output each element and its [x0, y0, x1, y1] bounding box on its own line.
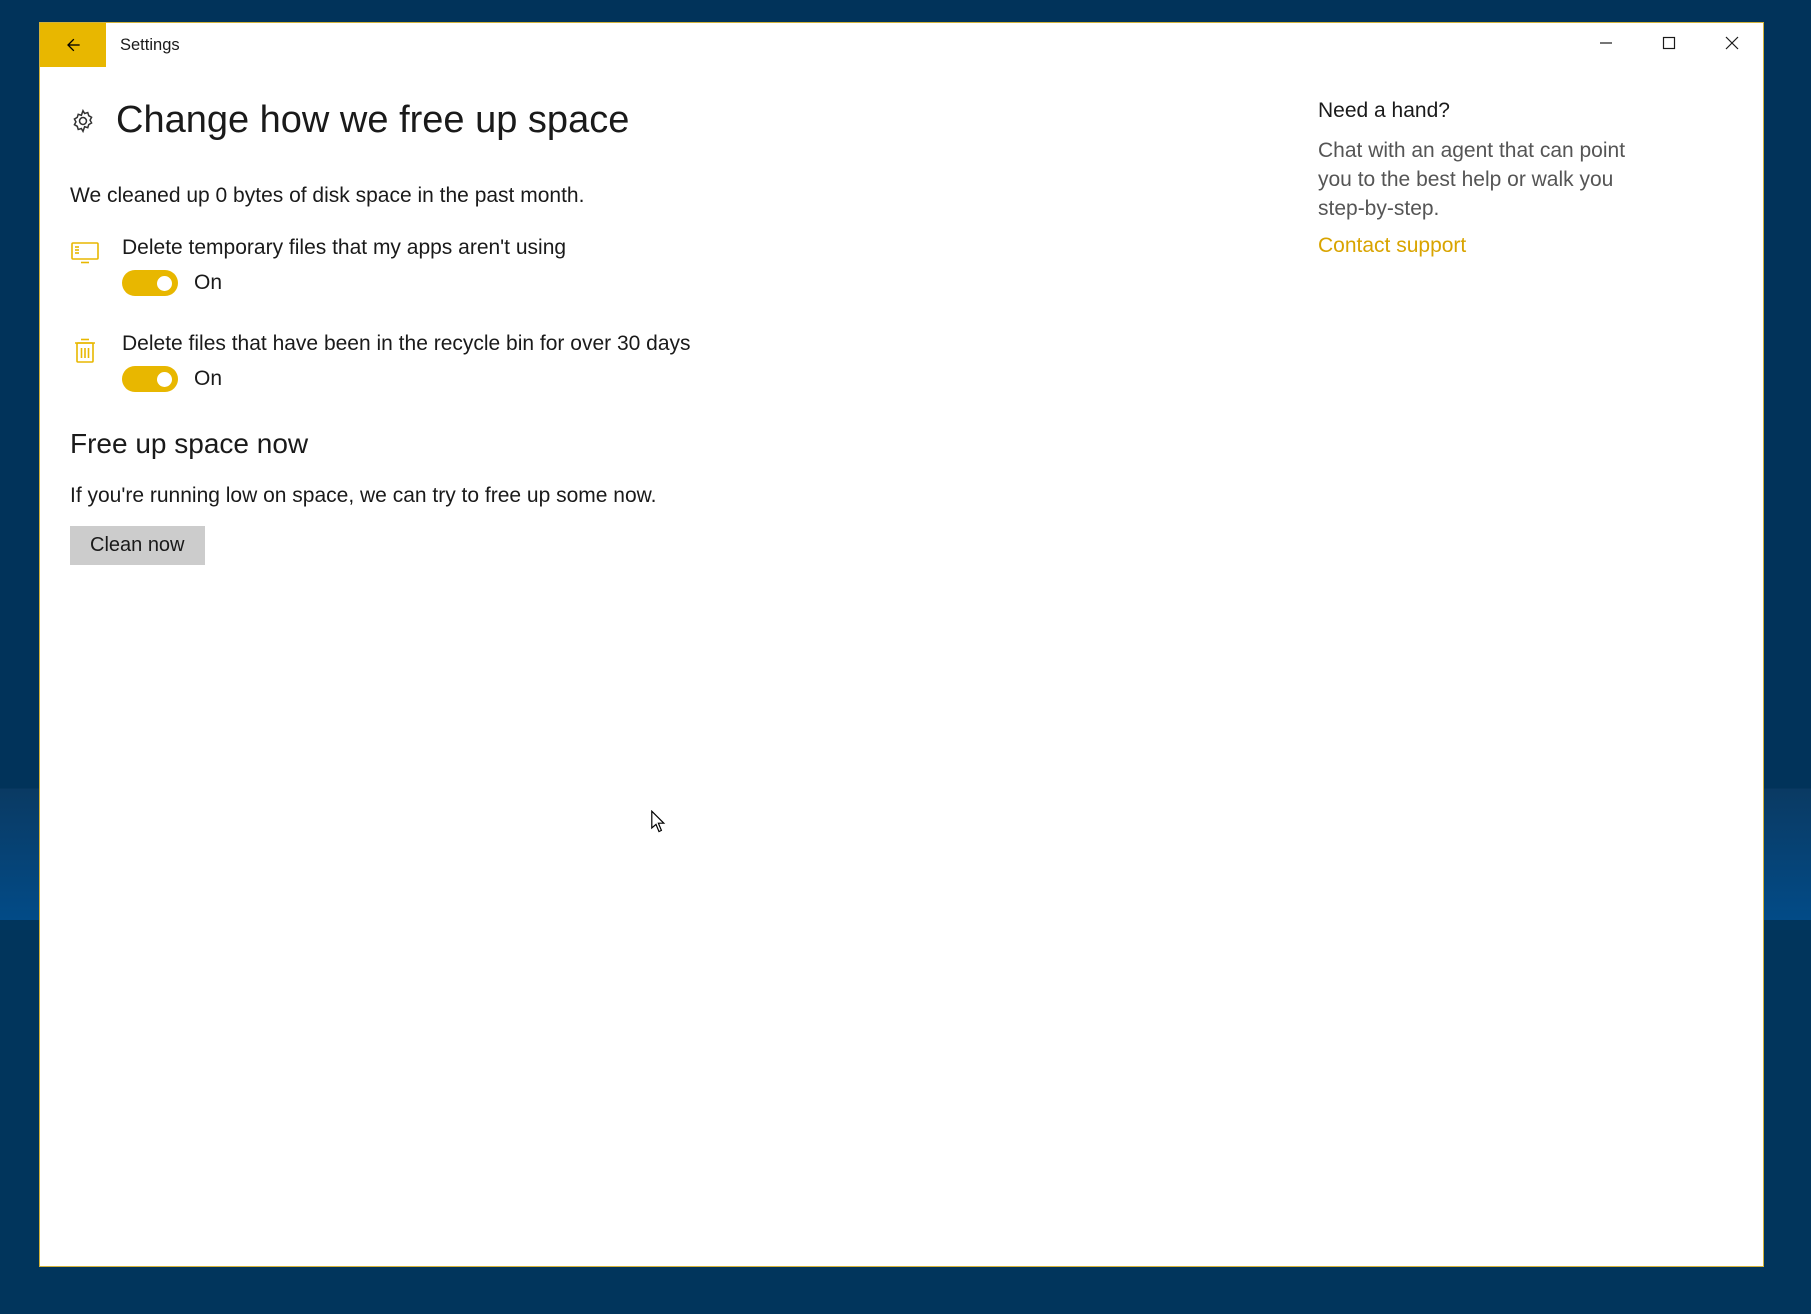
- maximize-icon: [1662, 36, 1676, 50]
- content-area: Change how we free up space We cleaned u…: [40, 67, 1763, 1266]
- toggle-recycle-bin-state: On: [194, 367, 222, 391]
- minimize-icon: [1599, 36, 1613, 50]
- setting-recycle-bin-label: Delete files that have been in the recyc…: [122, 332, 1300, 356]
- back-button[interactable]: [40, 23, 106, 67]
- toggle-temp-files-state: On: [194, 271, 222, 295]
- help-sidebar: Need a hand? Chat with an agent that can…: [1300, 99, 1640, 1246]
- minimize-button[interactable]: [1574, 23, 1637, 63]
- toggle-temp-files[interactable]: [122, 270, 178, 296]
- close-button[interactable]: [1700, 23, 1763, 63]
- setting-recycle-bin: Delete files that have been in the recyc…: [70, 332, 1300, 392]
- page-title: Change how we free up space: [116, 99, 629, 142]
- app-title: Settings: [120, 36, 180, 55]
- close-icon: [1725, 36, 1739, 50]
- main-panel: Change how we free up space We cleaned u…: [70, 99, 1300, 1246]
- titlebar: Settings: [40, 23, 1763, 67]
- page-header: Change how we free up space: [70, 99, 1300, 142]
- back-arrow-icon: [63, 35, 83, 55]
- free-up-title: Free up space now: [70, 428, 1300, 460]
- setting-temp-files-label: Delete temporary files that my apps aren…: [122, 236, 1300, 260]
- monitor-icon: [70, 236, 100, 296]
- settings-window: Settings: [39, 22, 1764, 1267]
- help-desc: Chat with an agent that can point you to…: [1318, 137, 1640, 224]
- free-up-desc: If you're running low on space, we can t…: [70, 484, 1300, 508]
- cleanup-status: We cleaned up 0 bytes of disk space in t…: [70, 184, 1300, 208]
- help-title: Need a hand?: [1318, 99, 1640, 123]
- window-controls: [1574, 23, 1763, 63]
- gear-icon: [70, 108, 96, 134]
- trash-icon: [70, 332, 100, 392]
- maximize-button[interactable]: [1637, 23, 1700, 63]
- setting-temp-files: Delete temporary files that my apps aren…: [70, 236, 1300, 296]
- toggle-recycle-bin[interactable]: [122, 366, 178, 392]
- contact-support-link[interactable]: Contact support: [1318, 234, 1640, 258]
- clean-now-button[interactable]: Clean now: [70, 526, 205, 565]
